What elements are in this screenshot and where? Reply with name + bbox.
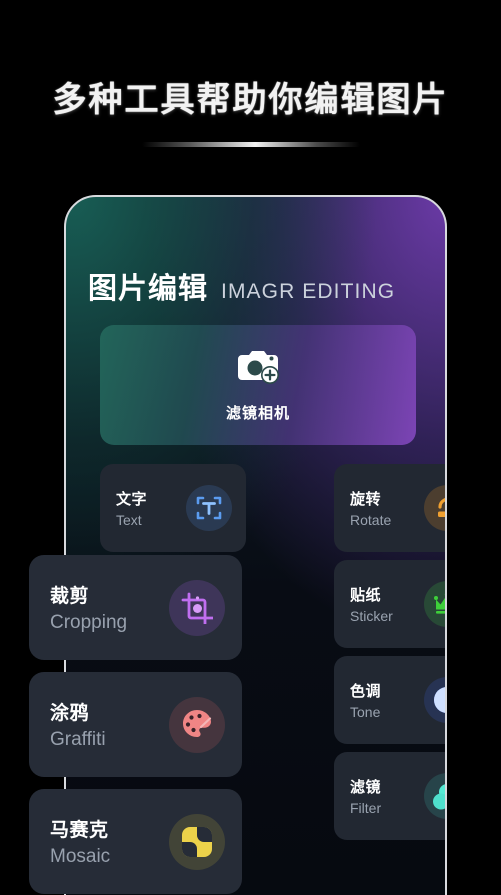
tool-card-text[interactable]: 文字 Text	[100, 464, 246, 552]
contrast-icon	[424, 677, 445, 723]
filter-circles-icon	[424, 773, 445, 819]
tool-label-en: Filter	[350, 800, 382, 816]
screen-title: 图片编辑 IMAGR EDITING	[88, 265, 395, 307]
mosaic-icon	[169, 813, 225, 870]
tool-label-en: Graffiti	[50, 729, 106, 750]
rotate-icon	[424, 485, 445, 531]
screen-title-cn: 图片编辑	[88, 271, 209, 305]
tool-card-mosaic[interactable]: 马赛克 Mosaic	[29, 789, 242, 894]
tool-label-cn: 色调	[350, 682, 382, 700]
headline-divider	[141, 142, 360, 147]
camera-plus-icon	[236, 347, 280, 390]
tool-label-cn: 贴纸	[350, 586, 382, 604]
tool-card-graffiti[interactable]: 涂鸦 Graffiti	[29, 672, 242, 777]
tool-card-cropping[interactable]: 裁剪 Cropping	[29, 555, 242, 660]
tool-card-rotate[interactable]: 旋转 Rotate	[334, 464, 445, 552]
tool-label-cn: 涂鸦	[50, 702, 90, 724]
tool-card-sticker[interactable]: 贴纸 Sticker	[334, 560, 445, 648]
tool-label-en: Sticker	[350, 608, 393, 624]
text-frame-icon	[186, 485, 232, 531]
palette-icon	[169, 696, 225, 753]
tool-label-en: Cropping	[50, 612, 128, 633]
screen-title-en: IMAGR EDITING	[221, 280, 396, 303]
app-screen: 多种工具帮助你编辑图片 图片编辑 IMAGR EDITING 滤镜相机 旋转 R…	[0, 0, 501, 895]
tool-label-en: Tone	[350, 704, 381, 720]
filter-camera-label: 滤镜相机	[225, 404, 290, 422]
tool-label-cn: 文字	[116, 490, 148, 508]
page-headline: 多种工具帮助你编辑图片	[52, 80, 449, 120]
tool-card-filter[interactable]: 滤镜 Filter	[334, 752, 445, 840]
tool-label-en: Mosaic	[50, 846, 111, 867]
filter-camera-card[interactable]: 滤镜相机	[100, 325, 416, 445]
tool-label-cn: 旋转	[350, 490, 382, 508]
tool-label-en: Rotate	[350, 512, 392, 528]
tool-label-cn: 马赛克	[50, 819, 109, 841]
crown-icon	[424, 581, 445, 627]
tool-card-tone[interactable]: 色调 Tone	[334, 656, 445, 744]
crop-icon	[169, 579, 225, 636]
tool-label-cn: 滤镜	[350, 778, 382, 796]
tool-label-cn: 裁剪	[50, 585, 90, 607]
tool-label-en: Text	[116, 512, 142, 528]
